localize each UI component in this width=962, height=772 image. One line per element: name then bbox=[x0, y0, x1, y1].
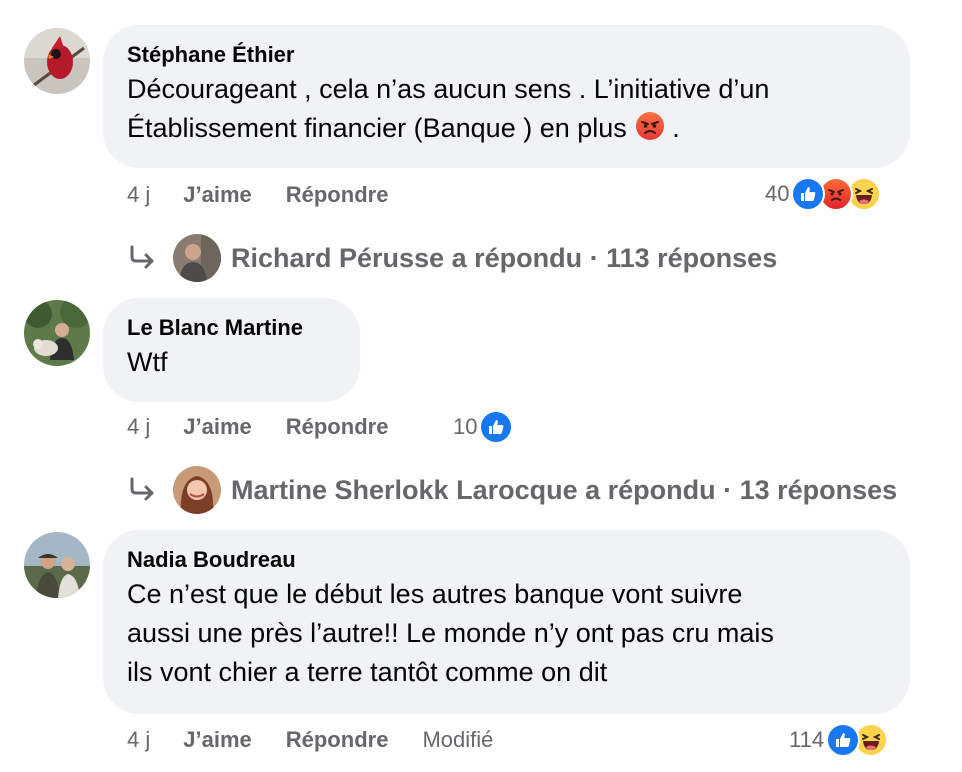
angry-face-icon bbox=[635, 111, 665, 141]
reply-arrow-icon bbox=[130, 245, 154, 269]
comment-text-line: Décourageant , cela n’as aucun sens . L’… bbox=[127, 74, 770, 104]
reply-button[interactable]: Répondre bbox=[286, 414, 389, 440]
comment-bubble: Stéphane Éthier Décourageant , cela n’as… bbox=[103, 25, 910, 168]
comment-actions: 4 j J’aime Répondre Modifié bbox=[127, 725, 493, 755]
reaction-count: 114 bbox=[789, 727, 825, 752]
avatar-martine-sherlokk-larocque bbox=[173, 466, 221, 514]
reaction-summary[interactable]: 10 bbox=[453, 410, 514, 444]
timestamp[interactable]: 4 j bbox=[127, 182, 150, 208]
like-icon bbox=[479, 410, 514, 444]
like-button[interactable]: J’aime bbox=[183, 182, 252, 208]
comment-bubble: Nadia Boudreau Ce n’est que le début les… bbox=[103, 530, 910, 714]
comment-bubble: Le Blanc Martine Wtf bbox=[103, 298, 360, 402]
comment-text-line: Ce n’est que le début les autres banque … bbox=[127, 579, 743, 609]
reply-summary-text: Martine Sherlokk Larocque a répondu · 13… bbox=[231, 474, 898, 505]
avatar-stephane-ethier[interactable] bbox=[24, 28, 90, 94]
reply-summary-text: Richard Pérusse a répondu · 113 réponses bbox=[231, 242, 778, 273]
comment-actions: 4 j J’aime Répondre bbox=[127, 180, 388, 210]
comment-text-line: Établissement financier (Banque ) en plu… bbox=[127, 109, 886, 148]
avatar-le-blanc-martine[interactable] bbox=[24, 300, 90, 366]
avatar-nadia-boudreau[interactable] bbox=[24, 532, 90, 598]
timestamp[interactable]: 4 j bbox=[127, 727, 150, 753]
comment-text: Ce n’est que le début les autres banque … bbox=[127, 575, 886, 692]
view-replies-link[interactable]: Martine Sherlokk Larocque a répondu · 13… bbox=[127, 466, 897, 514]
reaction-count: 40 bbox=[765, 181, 790, 206]
reaction-summary[interactable]: 40 bbox=[765, 177, 882, 211]
reaction-count: 10 bbox=[453, 414, 478, 439]
reply-button[interactable]: Répondre bbox=[286, 727, 389, 753]
comment-author[interactable]: Le Blanc Martine bbox=[127, 314, 336, 342]
reply-button[interactable]: Répondre bbox=[286, 182, 389, 208]
comment-actions: 4 j J’aime Répondre bbox=[127, 412, 388, 442]
comment-text: Wtf bbox=[127, 347, 168, 377]
like-button[interactable]: J’aime bbox=[183, 414, 252, 440]
comment-author[interactable]: Nadia Boudreau bbox=[127, 546, 886, 574]
view-replies-link[interactable]: Richard Pérusse a répondu · 113 réponses bbox=[127, 234, 777, 282]
reaction-summary[interactable]: 114 bbox=[789, 723, 889, 757]
comment-author[interactable]: Stéphane Éthier bbox=[127, 41, 886, 69]
comment-text-line: aussi une près l’autre!! Le monde n’y on… bbox=[127, 618, 774, 648]
comment-text-segment: Établissement financier (Banque ) en plu… bbox=[127, 113, 627, 143]
like-icon bbox=[826, 723, 861, 757]
comment-text-line: ils vont chier a terre tantôt comme on d… bbox=[127, 657, 608, 687]
like-icon bbox=[791, 177, 826, 211]
comment-text: Décourageant , cela n’as aucun sens . L’… bbox=[127, 70, 886, 148]
reply-arrow-icon bbox=[130, 477, 154, 501]
edited-label: Modifié bbox=[422, 727, 494, 752]
timestamp[interactable]: 4 j bbox=[127, 414, 150, 440]
comment-text-segment: . bbox=[664, 113, 680, 143]
like-button[interactable]: J’aime bbox=[183, 727, 252, 753]
avatar-richard-perusse bbox=[173, 234, 221, 282]
